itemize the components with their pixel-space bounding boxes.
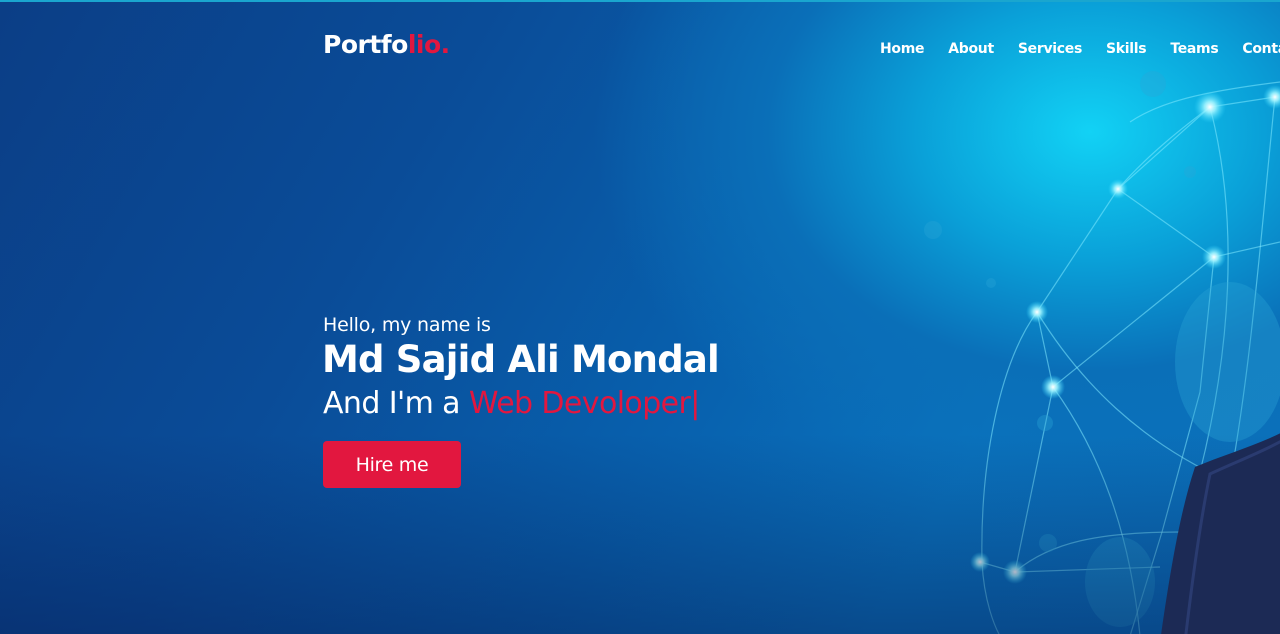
- navbar: Portfolio. Home About Services Skills Te…: [0, 30, 1280, 64]
- nav-item-contact: Contact: [1242, 38, 1280, 57]
- hero-role-typed: Web Devoloper: [468, 386, 691, 421]
- nav-link-about[interactable]: About: [948, 41, 994, 57]
- site-logo[interactable]: Portfolio.: [323, 30, 450, 59]
- hire-me-button[interactable]: Hire me: [323, 441, 461, 488]
- hero-role-prefix: And I'm a: [323, 386, 469, 421]
- hero-name: Md Sajid Ali Mondal: [322, 338, 720, 381]
- typing-cursor: |: [690, 386, 700, 421]
- nav-link-home[interactable]: Home: [880, 41, 925, 57]
- nav-item-skills: Skills: [1106, 38, 1147, 57]
- nav-link-contact[interactable]: Contact: [1242, 41, 1280, 57]
- nav-item-services: Services: [1018, 38, 1082, 57]
- hero-greeting: Hello, my name is: [323, 314, 491, 336]
- nav-menu: Home About Services Skills Teams Contact: [880, 38, 1280, 57]
- logo-accent-text: lio.: [407, 30, 450, 59]
- nav-link-skills[interactable]: Skills: [1106, 41, 1147, 57]
- nav-item-home: Home: [880, 38, 925, 57]
- hero-section: Portfolio. Home About Services Skills Te…: [0, 0, 1280, 634]
- nav-link-teams[interactable]: Teams: [1170, 41, 1218, 57]
- hero-content: Hello, my name is Md Sajid Ali Mondal An…: [322, 314, 720, 488]
- nav-link-services[interactable]: Services: [1018, 41, 1082, 57]
- person-photo: [1161, 433, 1280, 634]
- nav-item-teams: Teams: [1170, 38, 1218, 57]
- hero-role: And I'm a Web Devoloper|: [323, 386, 719, 421]
- logo-text: Portfo: [323, 30, 408, 59]
- nav-item-about: About: [948, 38, 994, 57]
